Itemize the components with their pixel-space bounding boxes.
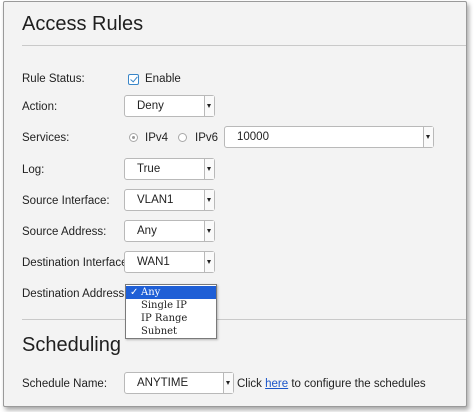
services-value: 10000 [237, 131, 269, 143]
log-select[interactable]: True [124, 158, 215, 180]
ipv4-label: IPv4 [145, 132, 169, 144]
enable-label: Enable [145, 73, 181, 85]
action-label: Action: [22, 101, 58, 113]
services-label: Services: [22, 132, 70, 144]
checkmark-icon: ✓ [130, 287, 139, 298]
option-ip-range[interactable]: IP Range [126, 312, 216, 325]
destination-interface-select[interactable]: WAN1 [124, 251, 215, 273]
chevron-down-icon [204, 96, 214, 116]
option-any[interactable]: ✓ Any [126, 286, 216, 299]
click-text: Click [237, 378, 262, 390]
chevron-down-icon [204, 159, 214, 179]
ipv4-radio-icon[interactable] [129, 133, 138, 142]
schedule-help-text: Click here to configure the schedules [237, 378, 426, 390]
destination-interface-value: WAN1 [137, 256, 170, 268]
destination-address-label: Destination Address: [22, 288, 128, 300]
scheduling-title: Scheduling [22, 334, 121, 356]
configure-suffix-text: to configure the schedules [291, 378, 426, 390]
section-divider [22, 319, 466, 320]
schedule-name-value: ANYTIME [137, 377, 189, 389]
action-value: Deny [137, 100, 164, 112]
chevron-down-icon [204, 252, 214, 272]
rule-status-label: Rule Status: [22, 73, 85, 85]
configure-schedules-link[interactable]: here [265, 378, 288, 390]
title-divider [22, 45, 466, 46]
source-interface-label: Source Interface: [22, 195, 110, 207]
ipv6-radio-icon[interactable] [178, 133, 187, 142]
source-address-label: Source Address: [22, 226, 107, 238]
ipv6-label: IPv6 [195, 132, 219, 144]
action-select[interactable]: Deny [124, 95, 215, 117]
chevron-down-icon [204, 190, 214, 210]
chevron-down-icon [223, 373, 233, 393]
destination-address-dropdown[interactable]: ✓ Any Single IP IP Range Subnet [125, 284, 217, 339]
source-interface-select[interactable]: VLAN1 [124, 189, 215, 211]
source-address-select[interactable]: Any [124, 220, 215, 242]
enable-checkbox-icon[interactable] [128, 74, 139, 85]
chevron-down-icon [423, 127, 433, 147]
source-interface-value: VLAN1 [137, 194, 174, 206]
schedule-name-label: Schedule Name: [22, 378, 108, 390]
chevron-down-icon [204, 221, 214, 241]
access-rules-title: Access Rules [22, 13, 144, 35]
option-single-ip[interactable]: Single IP [126, 299, 216, 312]
access-rules-panel: Access Rules Rule Status: Enable Action:… [3, 1, 467, 407]
log-label: Log: [22, 164, 45, 176]
services-select[interactable]: 10000 [224, 126, 434, 148]
schedule-name-select[interactable]: ANYTIME [124, 372, 234, 394]
log-value: True [137, 163, 161, 175]
destination-interface-label: Destination Interface: [22, 257, 131, 269]
source-address-value: Any [137, 225, 157, 237]
option-subnet[interactable]: Subnet [126, 325, 216, 338]
